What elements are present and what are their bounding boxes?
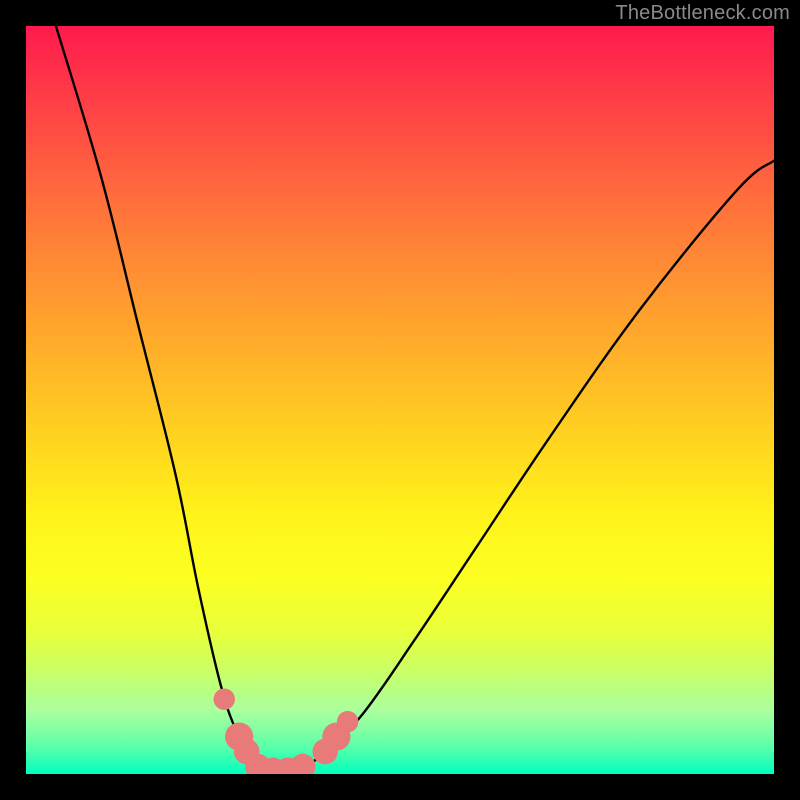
marker-point bbox=[337, 711, 358, 732]
watermark-text: TheBottleneck.com bbox=[615, 2, 790, 25]
curve-right-branch bbox=[280, 161, 774, 774]
marker-group bbox=[213, 688, 358, 774]
curve-left-branch bbox=[56, 26, 280, 774]
curve-layer bbox=[26, 26, 774, 774]
marker-point bbox=[213, 688, 234, 709]
plot-area bbox=[26, 26, 774, 774]
chart-frame: TheBottleneck.com bbox=[0, 0, 800, 800]
marker-point bbox=[290, 754, 316, 774]
bottleneck-curve bbox=[56, 26, 774, 774]
